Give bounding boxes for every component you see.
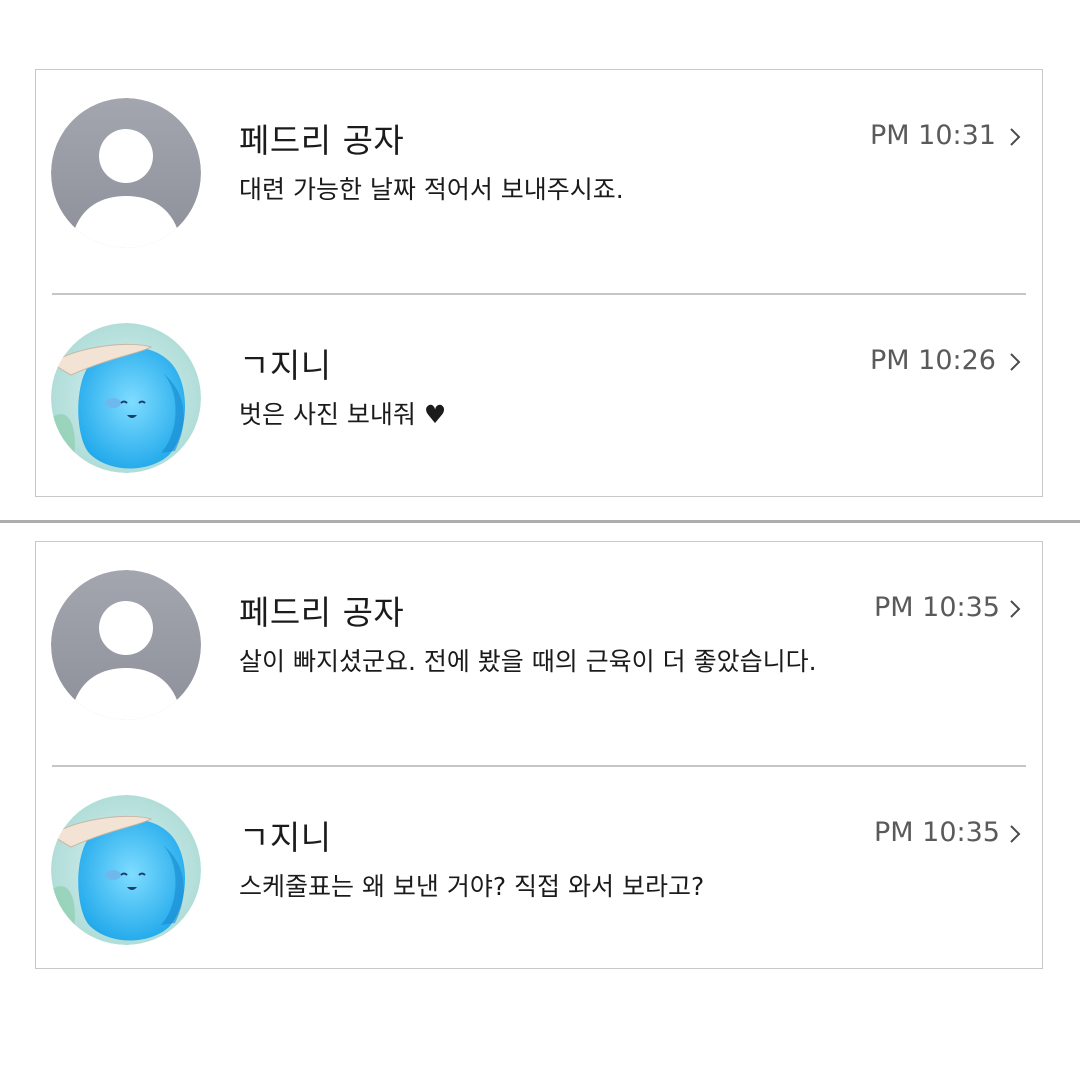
message-time: PM 10:26: [870, 345, 996, 376]
default-person-icon: [51, 570, 201, 720]
default-person-icon: [51, 98, 201, 248]
notification-panel-2: 페드리 공자 살이 빠지셨군요. 전에 봤을 때의 근육이 더 좋았습니다. P…: [35, 541, 1043, 969]
message-preview: 스케줄표는 왜 보낸 거야? 직접 와서 보라고?: [239, 872, 705, 901]
message-time: PM 10:35: [874, 817, 1000, 848]
message-time: PM 10:31: [870, 120, 996, 151]
notification-item[interactable]: 페드리 공자 대련 가능한 날짜 적어서 보내주시죠. PM 10:31: [36, 70, 1042, 292]
notification-item[interactable]: ㄱ지니 스케줄표는 왜 보낸 거야? 직접 와서 보라고? PM 10:35: [36, 767, 1042, 989]
sender-name: ㄱ지니: [239, 346, 332, 385]
chevron-right-icon[interactable]: [1004, 125, 1026, 149]
blue-character-avatar: [51, 323, 201, 473]
sender-name: 페드리 공자: [239, 593, 405, 632]
message-preview: 벗은 사진 보내줘 ♥: [239, 400, 447, 429]
section-divider: [0, 520, 1080, 523]
notification-item[interactable]: ㄱ지니 벗은 사진 보내줘 ♥ PM 10:26: [36, 295, 1042, 517]
notification-item[interactable]: 페드리 공자 살이 빠지셨군요. 전에 봤을 때의 근육이 더 좋았습니다. P…: [36, 542, 1042, 764]
chevron-right-icon[interactable]: [1004, 597, 1026, 621]
notification-panel-1: 페드리 공자 대련 가능한 날짜 적어서 보내주시죠. PM 10:31 ㄱ지니…: [35, 69, 1043, 497]
blue-character-avatar: [51, 795, 201, 945]
message-preview: 살이 빠지셨군요. 전에 봤을 때의 근육이 더 좋았습니다.: [239, 647, 817, 676]
message-time: PM 10:35: [874, 592, 1000, 623]
chevron-right-icon[interactable]: [1004, 350, 1026, 374]
sender-name: 페드리 공자: [239, 121, 405, 160]
sender-name: ㄱ지니: [239, 818, 332, 857]
message-preview: 대련 가능한 날짜 적어서 보내주시죠.: [239, 175, 624, 204]
chevron-right-icon[interactable]: [1004, 822, 1026, 846]
